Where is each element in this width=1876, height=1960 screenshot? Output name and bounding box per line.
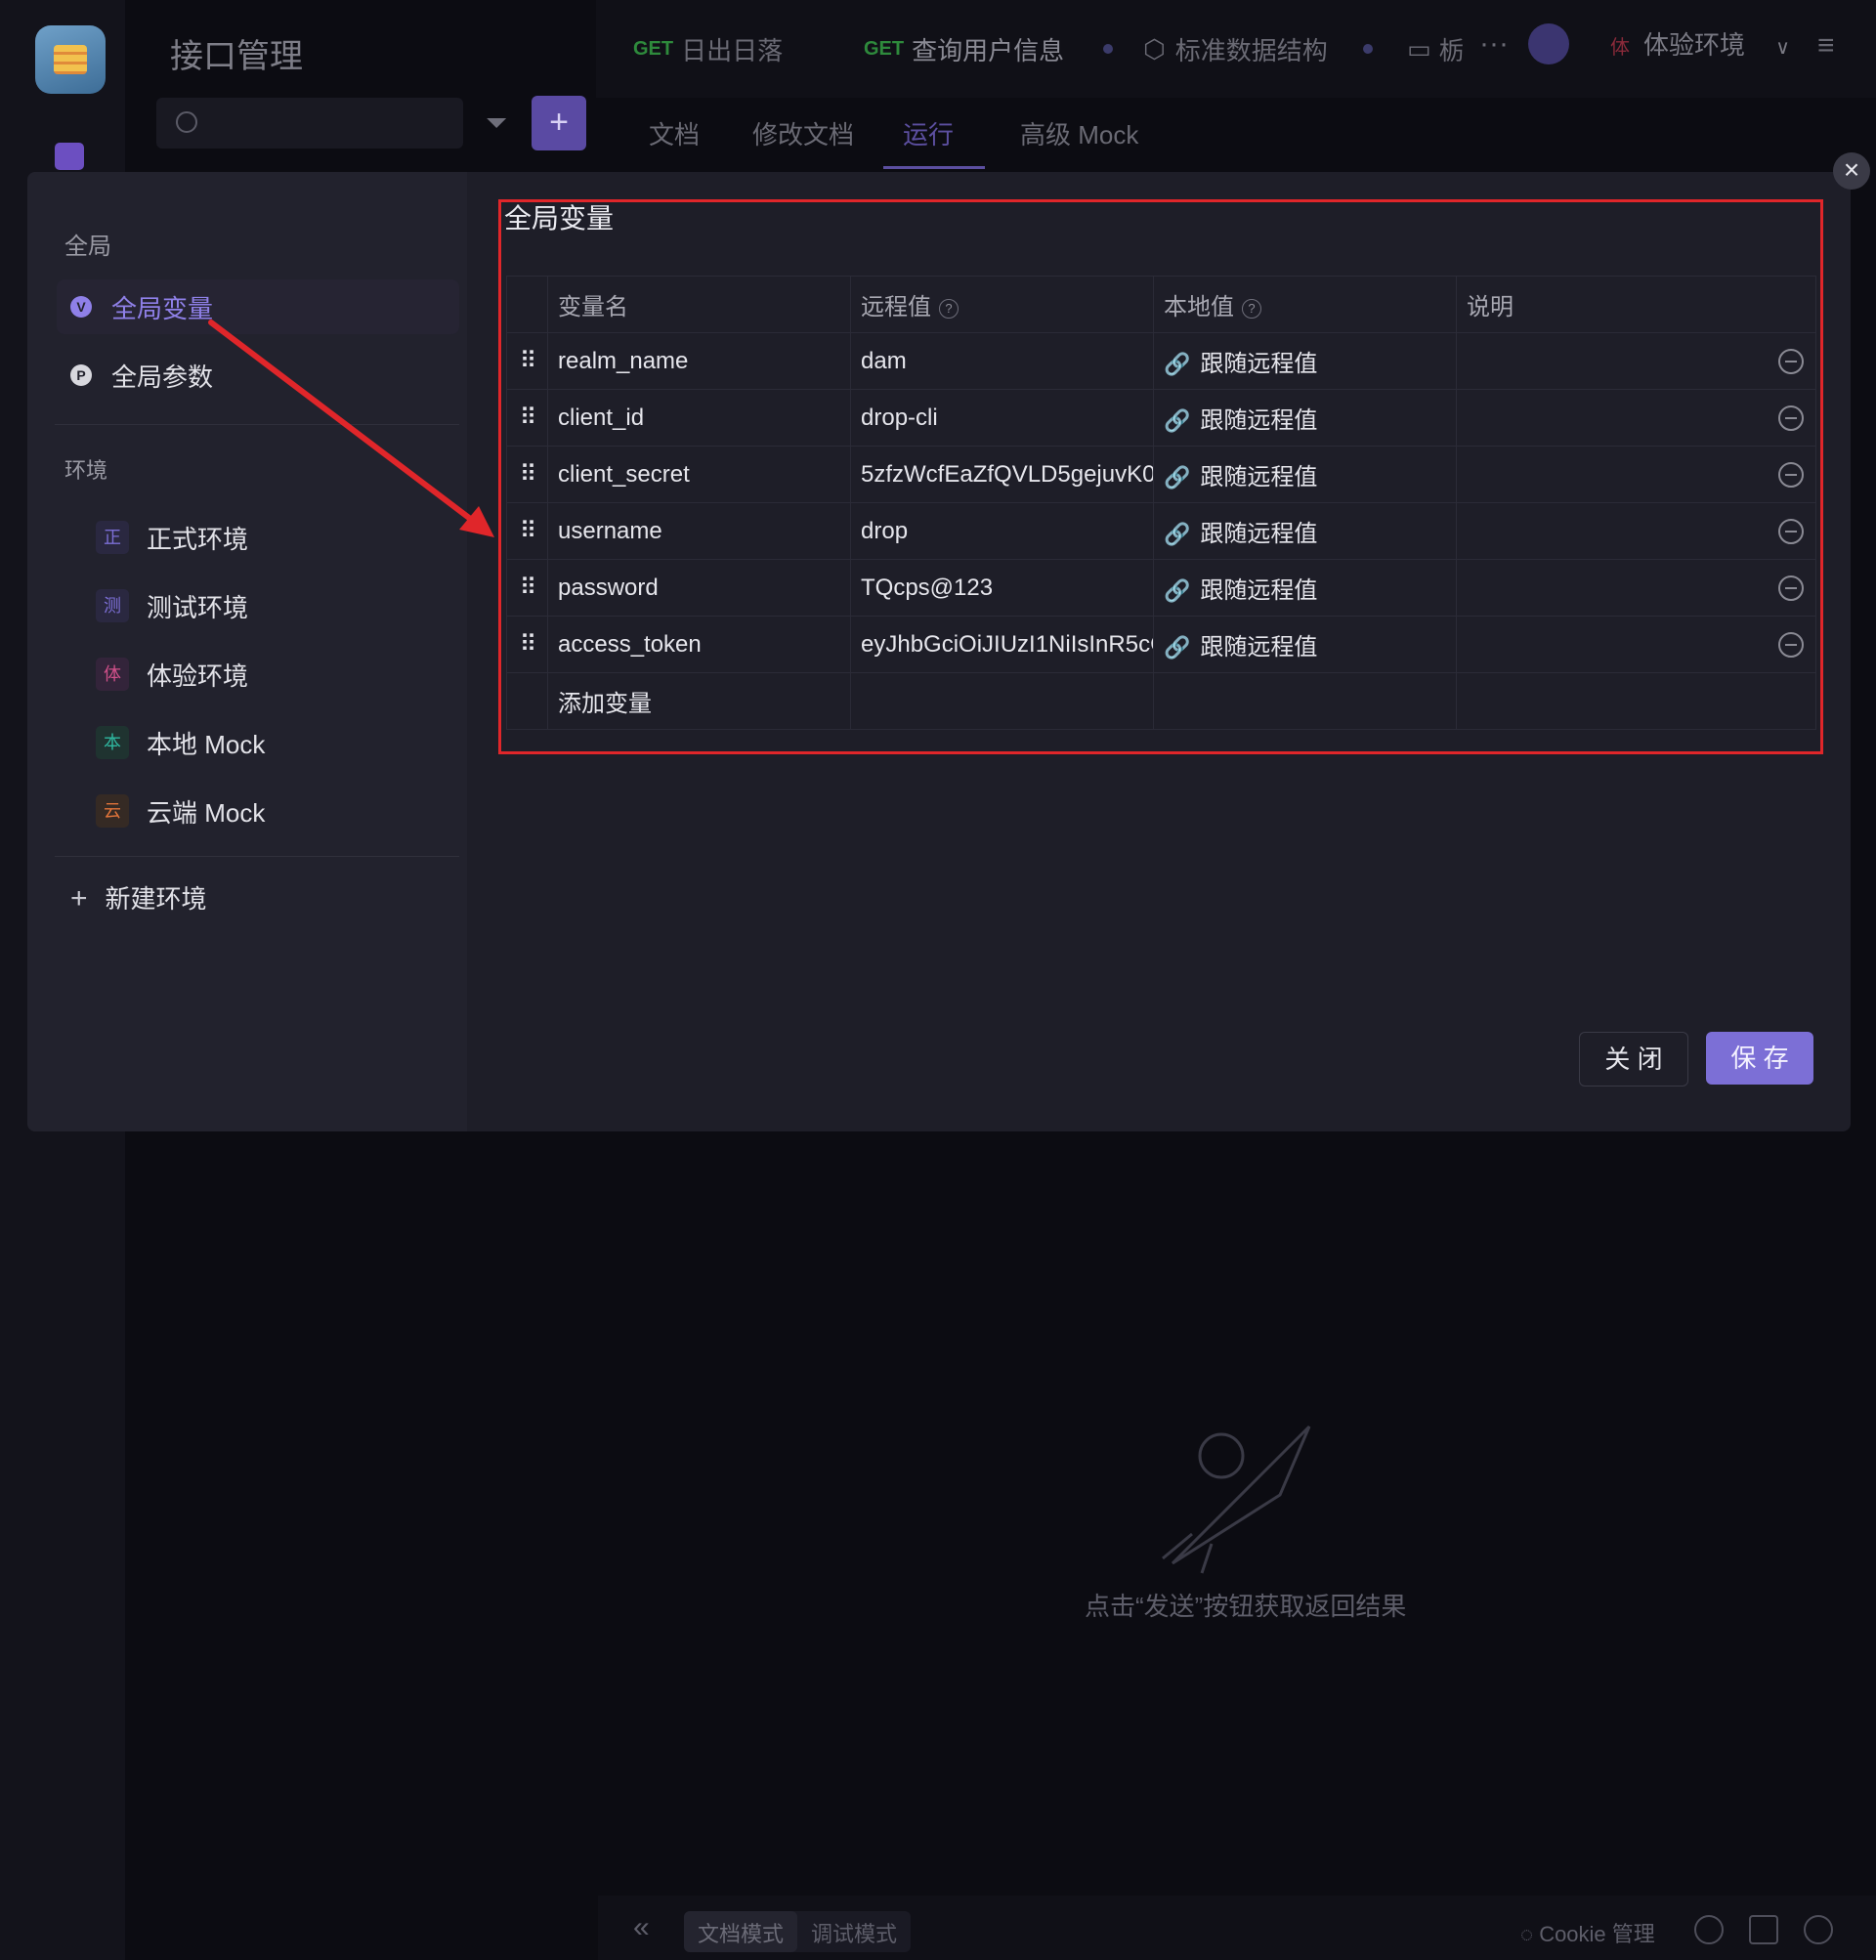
tab-method: GET — [633, 37, 674, 60]
cookie-manager-link[interactable]: ◌ Cookie 管理 — [1520, 1917, 1655, 1948]
env-badge: 正 — [96, 521, 129, 554]
tab-standard-schema[interactable]: ⬡ 标准数据结构 — [1143, 23, 1373, 74]
upload-icon[interactable] — [1694, 1915, 1724, 1944]
cookie-label: Cookie 管理 — [1539, 1922, 1655, 1946]
close-button[interactable]: 关 闭 — [1579, 1032, 1688, 1087]
tab-sunrise-sunset[interactable]: GET 日出日落 — [633, 23, 783, 74]
filter-button[interactable]: ⏷ — [473, 100, 520, 147]
group-label-env: 环境 — [64, 458, 108, 483]
plus-icon: + — [70, 882, 88, 915]
help-icon[interactable] — [1804, 1915, 1833, 1944]
add-button[interactable]: + — [532, 96, 586, 150]
env-label: 正式环境 — [147, 524, 249, 554]
annotation-highlight-box — [498, 199, 1823, 754]
subtab-doc[interactable]: 文档 — [649, 115, 700, 151]
env-item-experience[interactable]: 体 体验环境 — [96, 647, 459, 702]
tab-label: 查询用户信息 — [912, 35, 1065, 65]
project-title: 接口管理 — [170, 38, 303, 75]
tab-label: 栃 — [1438, 35, 1465, 65]
calendar-icon[interactable] — [55, 143, 84, 170]
env-badge: 体 — [1610, 37, 1630, 59]
new-env-label: 新建环境 — [105, 884, 207, 914]
subtab-run[interactable]: 运行 — [903, 115, 954, 151]
search-icon — [176, 111, 197, 133]
tab-method: GET — [864, 37, 905, 60]
collapse-icon[interactable]: « — [633, 1911, 650, 1944]
divider — [55, 424, 459, 425]
sync-icon[interactable] — [1528, 23, 1569, 64]
nav-label: 全局参数 — [111, 362, 214, 392]
subtab-active-indicator — [883, 166, 985, 169]
env-item-local-mock[interactable]: 本 本地 Mock — [96, 715, 459, 770]
menu-icon[interactable]: ≡ — [1817, 29, 1835, 63]
close-icon[interactable]: × — [1833, 152, 1870, 190]
env-item-test[interactable]: 测 测试环境 — [96, 578, 459, 633]
folder-icon: ▭ — [1407, 33, 1431, 64]
env-badge: 测 — [96, 589, 129, 622]
doc-mode-button[interactable]: 文档模式 — [684, 1911, 798, 1952]
env-badge: 云 — [96, 794, 129, 828]
save-button[interactable]: 保 存 — [1706, 1032, 1813, 1085]
empty-state-text: 点击“发送”按钮获取返回结果 — [1085, 1592, 1407, 1621]
rocket-illustration — [1162, 1425, 1311, 1574]
tab-label: 标准数据结构 — [1174, 35, 1328, 65]
env-label: 测试环境 — [147, 592, 249, 622]
env-item-production[interactable]: 正 正式环境 — [96, 510, 459, 565]
env-badge: 本 — [96, 726, 129, 759]
environment-select[interactable]: 体体验环境 ∨ — [1610, 25, 1790, 62]
env-label: 云端 Mock — [147, 797, 266, 828]
tab-folder[interactable]: ▭ 栃 — [1407, 23, 1465, 74]
more-tabs-icon[interactable]: ··· — [1479, 27, 1509, 61]
env-label: 体验环境 — [1643, 30, 1746, 60]
group-label-global: 全局 — [64, 234, 111, 260]
mode-switch: 文档模式 调试模式 — [684, 1911, 912, 1952]
env-label: 本地 Mock — [147, 729, 266, 759]
filter-icon: ⏷ — [485, 107, 508, 138]
app-logo[interactable] — [35, 25, 106, 94]
variable-icon: V — [70, 296, 92, 318]
search-input[interactable] — [156, 98, 463, 149]
divider — [55, 856, 459, 857]
cube-icon: ⬡ — [1143, 33, 1166, 64]
tab-label: 日出日落 — [681, 35, 784, 65]
env-item-cloud-mock[interactable]: 云 云端 Mock — [96, 784, 459, 838]
chevron-down-icon: ∨ — [1775, 37, 1790, 59]
nav-label: 全局变量 — [111, 293, 214, 323]
subtab-advanced-mock[interactable]: 高级 Mock — [1020, 115, 1138, 151]
debug-mode-button[interactable]: 调试模式 — [797, 1911, 911, 1952]
new-environment-button[interactable]: + 新建环境 — [70, 879, 207, 916]
param-icon: P — [70, 364, 92, 386]
cookie-icon: ◌ — [1520, 1922, 1540, 1946]
nav-global-params[interactable]: P 全局参数 — [57, 348, 459, 403]
env-label: 体验环境 — [147, 660, 249, 691]
environment-settings-modal: 全局 V 全局变量 P 全局参数 环境 正 正式环境 测 测试环境 体 体验环境… — [27, 172, 1851, 1131]
env-badge: 体 — [96, 658, 129, 691]
nav-global-variables[interactable]: V 全局变量 — [57, 279, 459, 334]
unsaved-dot — [1103, 44, 1114, 54]
subtab-edit-doc[interactable]: 修改文档 — [752, 115, 854, 151]
shirt-icon[interactable] — [1749, 1915, 1778, 1944]
tab-query-user-info[interactable]: GET 查询用户信息 — [864, 23, 1114, 74]
unsaved-dot — [1362, 44, 1373, 54]
